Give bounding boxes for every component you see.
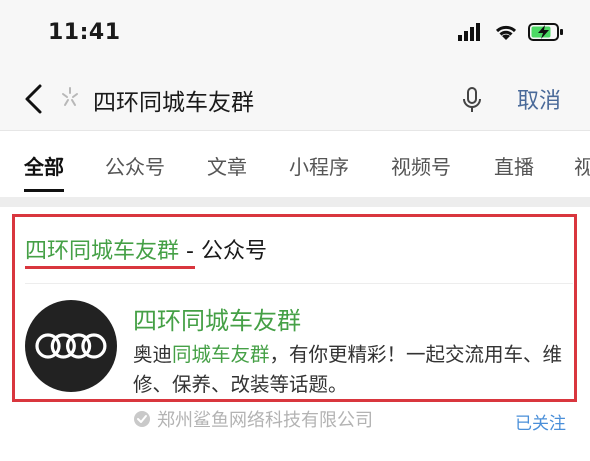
verified-badge-icon xyxy=(134,411,150,427)
search-input[interactable]: 四环同城车友群 xyxy=(93,83,254,117)
tab-live[interactable]: 直播 xyxy=(494,151,534,180)
tab-more[interactable]: 视 xyxy=(574,151,590,180)
status-time: 11:41 xyxy=(48,20,121,45)
section-gap xyxy=(0,197,590,207)
tab-official-accounts[interactable]: 公众号 xyxy=(105,151,165,180)
follow-status[interactable]: 已关注 xyxy=(515,409,566,434)
status-bar: 11:41 xyxy=(0,0,590,68)
sparkle-icon xyxy=(62,87,78,106)
battery-icon xyxy=(528,23,563,41)
signal-icon xyxy=(458,23,480,41)
search-bar: 四环同城车友群 取消 xyxy=(0,68,590,131)
tab-channels[interactable]: 视频号 xyxy=(391,151,451,180)
microphone-icon[interactable] xyxy=(460,86,484,114)
active-tab-indicator xyxy=(24,189,64,192)
tab-mini-programs[interactable]: 小程序 xyxy=(289,151,349,180)
category-tabs: 全部 公众号 文章 小程序 视频号 直播 视 xyxy=(0,131,590,197)
annotation-box xyxy=(12,214,577,402)
status-icons xyxy=(458,22,564,42)
back-chevron-icon[interactable] xyxy=(20,82,48,116)
wifi-icon xyxy=(495,25,517,40)
company-row: 郑州鲨鱼网络科技有限公司 xyxy=(133,406,373,432)
tab-articles[interactable]: 文章 xyxy=(207,151,247,180)
company-name: 郑州鲨鱼网络科技有限公司 xyxy=(157,410,373,431)
tab-all[interactable]: 全部 xyxy=(24,151,64,180)
cancel-button[interactable]: 取消 xyxy=(517,83,561,115)
